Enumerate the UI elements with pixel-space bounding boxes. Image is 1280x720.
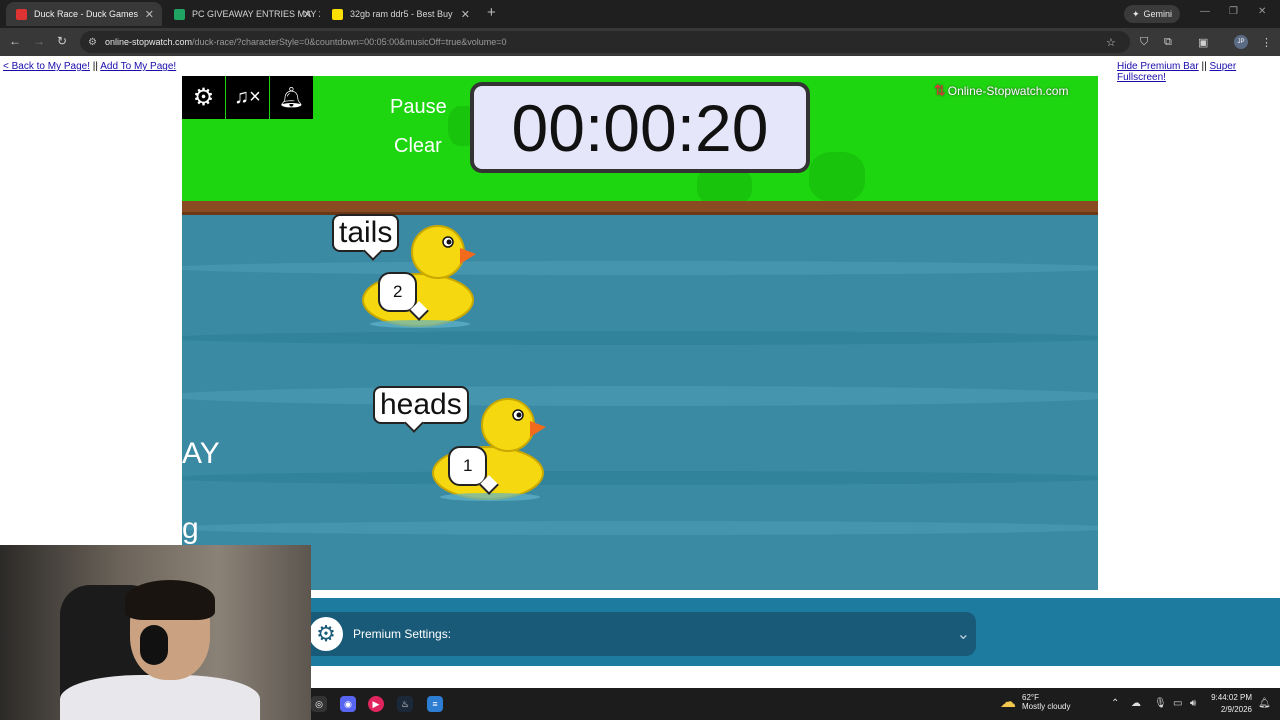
tab-duck-race[interactable]: Duck Race - Duck Games ✕ (6, 2, 162, 26)
premium-settings-bar[interactable]: ⚙ Premium Settings: ⌄ (309, 612, 976, 656)
network-icon[interactable]: ▭ (1173, 698, 1182, 709)
webcam-overlay (0, 545, 311, 720)
clock-date: 2/9/2026 (1220, 705, 1252, 714)
url-path: /duck-race/?characterStyle=0&countdown=0… (192, 37, 507, 47)
microphone-icon[interactable]: 🎙︎ (1154, 698, 1167, 709)
sheets-icon (174, 8, 185, 20)
arrows-icon: ⇅ (934, 82, 946, 98)
water-wave (182, 331, 1098, 345)
water-wave (182, 471, 1098, 485)
sidebar-icon[interactable]: ▣ (1198, 36, 1208, 49)
best-buy-icon (332, 8, 343, 20)
weather-temperature: 62°F (1022, 693, 1039, 702)
link-separator: || (1201, 61, 1207, 72)
partly-cloudy-icon: ☁ (1000, 694, 1016, 711)
music-off-icon[interactable]: ♫× (226, 76, 269, 119)
water-wave (182, 521, 1098, 535)
profile-avatar[interactable]: JP (1234, 35, 1248, 49)
overlay-text: AY (182, 437, 220, 470)
sparkle-icon: ✦ (1132, 8, 1140, 19)
add-to-my-page-link[interactable]: Add To My Page! (100, 61, 176, 72)
maximize-icon[interactable]: ❐ (1229, 6, 1238, 17)
url-host: online-stopwatch.com (104, 37, 193, 47)
system-clock[interactable]: 9:44:02 PM 2/9/2026 (1206, 692, 1252, 716)
media-player-icon[interactable]: ▶ (368, 696, 384, 712)
steam-icon[interactable]: ♨ (397, 696, 413, 712)
volume-icon[interactable]: 🔊︎ (1190, 698, 1196, 709)
brand-text: Online-Stopwatch.com (947, 83, 1069, 98)
chevron-down-icon[interactable]: ⌄ (957, 624, 970, 644)
river-bank (182, 201, 1098, 215)
tab-best-buy[interactable]: 32gb ram ddr5 - Best Buy ✕ (322, 2, 478, 26)
back-arrow-icon[interactable]: ← (9, 34, 21, 48)
brand-logo[interactable]: ⇅ Online-Stopwatch.com (934, 82, 1068, 99)
extensions-icon[interactable]: ⧉ (1164, 36, 1172, 49)
weather-condition: Mostly cloudy (1022, 702, 1071, 711)
tab-title: 32gb ram ddr5 - Best Buy (350, 9, 453, 19)
countdown-timer: 00:00:20 (470, 82, 810, 173)
minimize-icon[interactable]: — (1200, 6, 1210, 17)
clear-button[interactable]: Clear (394, 135, 442, 158)
gemini-label: Gemini (1143, 9, 1173, 19)
duck-race-game: ⚙ ♫× 🔔︎ Pause Clear 00:00:20 ⇅ Online-St… (182, 76, 1098, 590)
forward-arrow-icon[interactable]: → (33, 34, 45, 48)
weather-widget[interactable]: ☁ 62°F Mostly cloudy (1000, 692, 1070, 712)
settings-gear-icon[interactable]: ⚙ (182, 76, 225, 119)
close-window-icon[interactable]: ✕ (1258, 6, 1266, 17)
duck-number-badge: 2 (378, 272, 418, 312)
close-tab-icon[interactable]: ✕ (145, 8, 154, 21)
new-tab-button[interactable]: + (487, 4, 496, 21)
menu-dots-icon[interactable]: ⋮ (1261, 36, 1272, 49)
notification-bell-icon[interactable]: 🔔︎ (1258, 698, 1271, 709)
obs-icon[interactable]: ◎ (311, 696, 327, 712)
right-links: Hide Premium Bar || Super Fullscreen! (1117, 61, 1280, 83)
headset-icon (140, 625, 168, 665)
reload-icon[interactable]: ↻ (57, 34, 67, 48)
tab-giveaway-sheet[interactable]: PC GIVEAWAY ENTRIES MAY 20 ✕ (164, 2, 320, 26)
browser-tabbar: Duck Race - Duck Games ✕ PC GIVEAWAY ENT… (0, 0, 1280, 28)
hide-premium-bar-link[interactable]: Hide Premium Bar (1117, 61, 1199, 72)
tray-chevron-up-icon[interactable]: ⌃ (1111, 698, 1119, 709)
water-wave (182, 386, 1098, 406)
address-bar[interactable]: ⚙ online-stopwatch.com /duck-race/?chara… (80, 31, 1130, 53)
shield-icon[interactable]: ⛉ (1140, 36, 1148, 49)
cloud-sync-icon[interactable]: ☁ (1131, 698, 1141, 709)
tab-title: Duck Race - Duck Games (34, 9, 139, 19)
close-tab-icon[interactable]: ✕ (303, 8, 312, 21)
notepad-icon[interactable]: ≡ (427, 696, 443, 712)
duck-number-badge: 1 (448, 446, 488, 486)
close-tab-icon[interactable]: ✕ (461, 8, 470, 21)
clock-time: 9:44:02 PM (1211, 693, 1252, 702)
gemini-button[interactable]: ✦ Gemini (1124, 5, 1181, 23)
overlay-text: g (182, 512, 199, 545)
bush (809, 152, 865, 202)
link-separator: || (92, 61, 98, 72)
browser-toolbar: ← → ↻ ⚙ online-stopwatch.com /duck-race/… (0, 28, 1280, 56)
person-shirt (60, 675, 260, 720)
back-to-my-page-link[interactable]: < Back to My Page! (3, 61, 90, 72)
pause-button[interactable]: Pause (390, 96, 447, 119)
bookmark-star-icon[interactable]: ☆ (1106, 36, 1116, 49)
premium-gear-icon[interactable]: ⚙ (309, 617, 343, 651)
premium-settings-label: Premium Settings: (353, 627, 452, 641)
discord-icon[interactable]: ◉ (340, 696, 356, 712)
site-info-icon[interactable]: ⚙ (88, 37, 97, 48)
duck-race-favicon-icon (16, 8, 27, 20)
water-wave (182, 261, 1098, 275)
person-hair (125, 580, 215, 620)
sound-bell-icon[interactable]: 🔔︎ (270, 76, 313, 119)
left-links: < Back to My Page! || Add To My Page! (3, 61, 176, 72)
tab-title: PC GIVEAWAY ENTRIES MAY 20 (192, 9, 320, 19)
